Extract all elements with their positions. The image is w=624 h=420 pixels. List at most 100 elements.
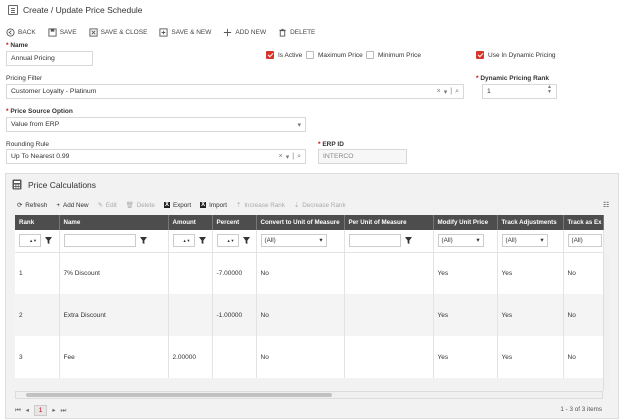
maximum-price-checkbox[interactable]: Maximum Price	[306, 51, 363, 59]
erp-id-input[interactable]: INTERCO	[318, 149, 407, 164]
last-page-icon[interactable]: ⏭	[61, 407, 67, 415]
search-icon[interactable]: ⌕	[297, 153, 301, 161]
filter-icon[interactable]	[139, 237, 147, 245]
rank-filter-input[interactable]: ▲▼	[19, 234, 41, 248]
convert-filter-select[interactable]: (All) ▾	[260, 234, 327, 248]
save-new-button[interactable]: SAVE & NEW	[159, 28, 211, 37]
add-new-button[interactable]: ADD NEW	[223, 28, 266, 37]
column-header-name[interactable]: Name	[59, 215, 169, 230]
cell-track-ex: No	[563, 336, 604, 378]
cell-per-unit	[344, 336, 434, 378]
chevron-down-icon[interactable]: ▾	[286, 153, 290, 161]
per-unit-filter-input[interactable]	[348, 234, 401, 248]
cell-amount	[168, 294, 213, 336]
pager-summary: 1 - 3 of 3 items	[560, 406, 602, 413]
refresh-icon: ⟳	[17, 201, 23, 209]
cell-convert: No	[256, 336, 345, 378]
grid-add-new-button[interactable]: + Add New	[56, 202, 88, 209]
filter-icon[interactable]	[45, 237, 52, 245]
dynamic-pricing-checkbox[interactable]: Use In Dynamic Pricing	[476, 51, 556, 59]
checked-icon	[266, 51, 274, 59]
column-header-convert[interactable]: Convert to Unit of Measure	[256, 215, 345, 230]
column-header-modify[interactable]: Modify Unit Price	[433, 215, 498, 230]
delete-button[interactable]: DELETE	[278, 28, 315, 37]
modify-filter-select[interactable]: (All) ▾	[437, 234, 484, 248]
minimum-price-checkbox[interactable]: Minimum Price	[366, 51, 421, 59]
column-header-amount[interactable]: Amount	[168, 215, 213, 230]
delete-label: DELETE	[290, 29, 316, 36]
column-menu-icon[interactable]: ☷	[603, 201, 609, 209]
search-icon[interactable]: ⌕	[455, 88, 459, 96]
pricing-filter-select[interactable]: Customer Loyalty - Platinum × ▾ | ⌕	[6, 84, 464, 99]
grid-delete-button[interactable]: 🗑 Delete	[126, 201, 155, 210]
column-header-rank[interactable]: Rank	[15, 215, 60, 230]
import-button[interactable]: X Import	[200, 202, 227, 209]
column-header-percent[interactable]: Percent	[212, 215, 257, 230]
cell-convert: No	[256, 252, 345, 294]
page-number-button[interactable]: 1	[33, 405, 48, 416]
decrease-rank-label: Decrease Rank	[302, 201, 346, 209]
edit-button[interactable]: ✎ Edit	[98, 202, 117, 209]
chevron-down-icon: ▾	[319, 237, 323, 245]
is-active-checkbox[interactable]: Is Active	[266, 51, 302, 59]
back-button[interactable]: BACK	[6, 28, 36, 37]
dynamic-pricing-label: Use In Dynamic Pricing	[488, 51, 556, 59]
pencil-icon: ✎	[97, 201, 103, 209]
save-button[interactable]: SAVE	[48, 28, 77, 37]
track-ex-filter-select[interactable]: (All)	[567, 234, 602, 248]
prev-page-icon[interactable]: ◂	[26, 407, 29, 414]
increase-rank-button[interactable]: ⇡ Increase Rank	[236, 202, 285, 209]
filter-icon[interactable]	[404, 237, 412, 245]
save-new-label: SAVE & NEW	[171, 29, 212, 36]
next-page-icon[interactable]: ▸	[52, 407, 55, 414]
sort-down-icon: ⇣	[293, 201, 300, 209]
back-icon	[6, 28, 15, 37]
price-calculations-header: Price Calculations	[12, 179, 96, 190]
spinner-icon: ▲▼	[29, 238, 37, 244]
dyn-rank-stepper[interactable]: 1 ▲ ▼	[482, 84, 557, 99]
spinner-icon: ▲▼	[182, 238, 191, 244]
cell-modify: Yes	[433, 294, 498, 336]
save-new-icon	[159, 28, 168, 37]
column-header-per-unit[interactable]: Per Unit of Measure	[344, 215, 434, 230]
min-price-label: Minimum Price	[378, 51, 421, 59]
chevron-down-icon[interactable]: ▾	[444, 88, 448, 96]
decrease-rank-button[interactable]: ⇣ Decrease Rank	[294, 202, 346, 209]
save-close-button[interactable]: SAVE & CLOSE	[89, 28, 147, 37]
percent-filter-input[interactable]: ▲▼	[216, 234, 239, 248]
filter-icon[interactable]	[242, 237, 250, 245]
rounding-value: Up To Nearest 0.99	[11, 153, 70, 160]
column-header-track-ex[interactable]: Track as Ex	[563, 215, 604, 230]
stepper-down-icon[interactable]: ▼	[547, 90, 552, 95]
back-label: BACK	[18, 29, 36, 36]
refresh-button[interactable]: ⟳ Refresh	[17, 202, 47, 209]
export-button[interactable]: X Export	[163, 202, 191, 209]
track-adj-filter-select[interactable]: (All) ▾	[501, 234, 548, 248]
clear-icon[interactable]: ×	[279, 153, 283, 160]
name-label: Name	[6, 42, 28, 49]
vertical-scrollbar[interactable]	[603, 254, 610, 391]
cell-percent: -1.00000	[212, 294, 257, 336]
clear-icon[interactable]: ×	[437, 88, 441, 95]
pricing-filter-value: Customer Loyalty - Platinum	[11, 88, 97, 95]
filter-icon[interactable]	[198, 237, 206, 245]
name-input[interactable]: Annual Pricing	[6, 51, 93, 66]
amount-filter-input[interactable]: ▲▼	[172, 234, 195, 248]
filter-all-value: (All)	[505, 237, 517, 245]
grid-delete-label: Delete	[136, 201, 155, 209]
separator: |	[292, 153, 295, 160]
erp-id-label: ERP ID	[318, 141, 344, 148]
horizontal-scrollbar-thumb[interactable]	[26, 393, 332, 397]
cell-percent: -7.00000	[212, 252, 257, 294]
table-row[interactable]: 3 Fee 2.00000 No Yes Yes No	[15, 336, 604, 378]
first-page-icon[interactable]: ⏮	[15, 407, 21, 415]
table-row[interactable]: 1 7% Discount -7.00000 No Yes Yes No	[15, 252, 604, 294]
name-filter-input[interactable]	[63, 234, 136, 248]
import-label: Import	[209, 201, 228, 209]
rounding-select[interactable]: Up To Nearest 0.99 × ▾ | ⌕	[6, 149, 306, 164]
unchecked-icon	[366, 51, 374, 59]
price-source-select[interactable]: Value from ERP ▾	[6, 117, 306, 132]
chevron-down-icon[interactable]: ▾	[297, 121, 301, 129]
column-header-track-adj[interactable]: Track Adjustments	[497, 215, 564, 230]
table-row[interactable]: 2 Extra Discount -1.00000 No Yes Yes No	[15, 294, 604, 336]
